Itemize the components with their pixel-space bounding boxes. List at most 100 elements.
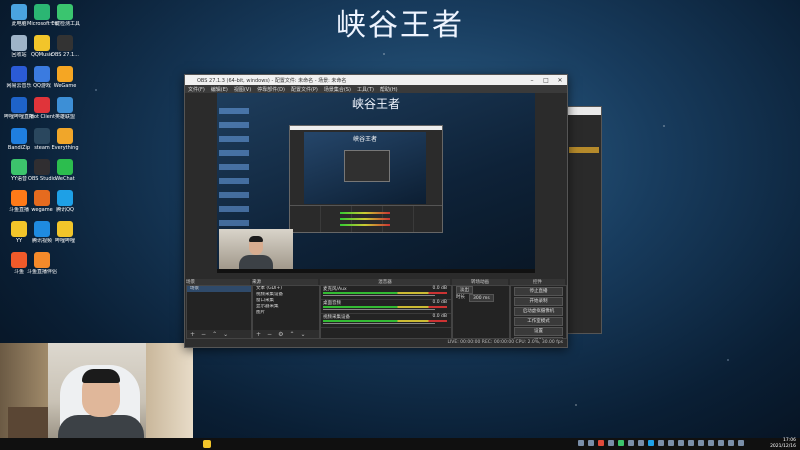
tray-icon[interactable] (618, 440, 624, 446)
tray-icon[interactable] (688, 440, 694, 446)
webcam-overlay (0, 343, 193, 450)
source-item[interactable]: 图片 (253, 310, 319, 316)
minimize-icon[interactable]: – (525, 77, 539, 84)
taskbar-clock[interactable]: 17:06 2021/12/16 (756, 438, 796, 450)
tray-icon[interactable] (638, 440, 644, 446)
gear-icon[interactable]: ⚙ (278, 331, 283, 338)
transition-select[interactable]: 淡出 (456, 286, 473, 294)
settings-button[interactable]: 设置 (514, 327, 563, 336)
menu-item[interactable]: 停靠部件(D) (257, 86, 285, 93)
desktop-icon-label: WeGame (53, 83, 77, 89)
desktop-icon-label: 斗鱼直播伴侣 (27, 269, 57, 275)
tray-icon[interactable] (718, 440, 724, 446)
desktop-icon[interactable]: WeChat (50, 157, 80, 182)
app-icon (57, 4, 73, 20)
close-icon[interactable]: ✕ (553, 77, 567, 84)
transition-duration-row: 时长 300 ms (453, 294, 509, 302)
volume-meter (323, 306, 447, 308)
tray-icon[interactable] (648, 440, 654, 446)
volume-slider[interactable] (323, 309, 435, 310)
volume-slider[interactable] (323, 323, 435, 324)
menu-item[interactable]: 帮助(H) (380, 86, 398, 93)
desktop-icon-label: 哔哩哔哩 (54, 238, 75, 244)
tray-icon[interactable] (598, 440, 604, 446)
chevron-down-icon[interactable]: ⌄ (223, 331, 228, 338)
app-icon (57, 97, 73, 113)
volume-meter (323, 292, 447, 294)
background-window[interactable] (566, 106, 602, 334)
desktop-icon[interactable]: OBS 27.1... (50, 33, 80, 58)
studio-mode-button[interactable]: 工作室模式 (514, 317, 563, 326)
tray-icon[interactable] (608, 440, 614, 446)
desktop-icon[interactable]: 腾讯QQ (50, 188, 80, 213)
menu-item[interactable]: 视图(V) (234, 86, 251, 93)
app-icon (11, 252, 27, 268)
tray-icon[interactable] (678, 440, 684, 446)
tray-icon[interactable] (628, 440, 634, 446)
app-icon (11, 66, 27, 82)
desktop-icon[interactable]: WeGame (50, 64, 80, 89)
duration-input[interactable]: 300 ms (469, 294, 494, 302)
scenes-footer: + − ⌃ ⌄ (187, 330, 251, 338)
nested-title: 峡谷王者 (352, 136, 377, 143)
desktop-icon[interactable]: 斗鱼直播伴侣 (27, 250, 57, 275)
app-icon (57, 66, 73, 82)
app-icon (57, 35, 73, 51)
tray-icon[interactable] (698, 440, 704, 446)
tray-icon[interactable] (668, 440, 674, 446)
maximize-icon[interactable]: □ (539, 77, 553, 84)
tray-icon[interactable] (588, 440, 594, 446)
duration-label: 时长 (456, 295, 465, 300)
desktop-icon[interactable]: 哔哩哔哩 (50, 219, 80, 244)
add-icon[interactable]: + (190, 331, 195, 338)
app-icon (34, 97, 50, 113)
scenes-dock: 场景 + − ⌃ ⌄ (186, 285, 252, 339)
start-recording-button[interactable]: 开始录制 (514, 297, 563, 306)
menu-item[interactable]: 配置文件(P) (291, 86, 318, 93)
background-window-titlebar[interactable] (567, 107, 601, 115)
app-icon (57, 128, 73, 144)
tray-icon[interactable] (738, 440, 744, 446)
desktop-icon-label: Everything (51, 145, 79, 151)
menu-item[interactable]: 文件(F) (188, 86, 205, 93)
virtual-camera-button[interactable]: 启动虚拟摄像机 (514, 307, 563, 316)
app-icon (11, 128, 27, 144)
stop-streaming-button[interactable]: 停止直播 (514, 287, 563, 296)
nested-meter (340, 224, 390, 226)
mixer-row: 麦克风/Aux 0.0 dB (321, 286, 451, 300)
app-icon (11, 97, 27, 113)
chevron-up-icon[interactable]: ⌃ (289, 331, 294, 338)
menu-item[interactable]: 场景集合(S) (324, 86, 351, 93)
scene-item[interactable]: 场景 (187, 286, 251, 292)
desktop-icon[interactable]: Everything (50, 126, 80, 151)
chevron-down-icon[interactable]: ⌄ (300, 331, 305, 338)
desktop-icon-label: WeChat (55, 176, 75, 182)
nested-meter (340, 218, 390, 220)
controls-dock: 停止直播 开始录制 启动虚拟摄像机 工作室模式 设置 退出 (510, 285, 567, 346)
obs-preview[interactable]: 峡谷王者 峡谷王者 (217, 93, 535, 273)
desktop-icon[interactable]: 英雄联盟 (50, 95, 80, 120)
mixer-row: 视频采集设备 0.0 dB (321, 314, 451, 328)
desktop-icon-label: 一键检测工具 (50, 21, 80, 27)
menu-item[interactable]: 编辑(E) (211, 86, 228, 93)
obs-titlebar[interactable]: OBS 27.1.3 (64-bit, windows) - 配置文件: 未命名… (185, 75, 567, 85)
obs-taskbar-icon[interactable] (203, 440, 211, 448)
preview-webcam (219, 229, 293, 273)
app-icon (34, 190, 50, 206)
app-icon (34, 159, 50, 175)
tray-icon[interactable] (708, 440, 714, 446)
app-icon (11, 35, 27, 51)
volume-slider[interactable] (323, 295, 435, 296)
remove-icon[interactable]: − (201, 331, 206, 338)
tray-icon[interactable] (728, 440, 734, 446)
tray-icon[interactable] (658, 440, 664, 446)
desktop-icon-label: 腾讯QQ (56, 207, 74, 213)
remove-icon[interactable]: − (267, 331, 272, 338)
menu-item[interactable]: 工具(T) (357, 86, 374, 93)
desktop-icon[interactable]: 一键检测工具 (50, 2, 80, 27)
tray-icon[interactable] (578, 440, 584, 446)
add-icon[interactable]: + (256, 331, 261, 338)
mixer-row: 桌面音频 0.0 dB (321, 300, 451, 314)
chevron-up-icon[interactable]: ⌃ (212, 331, 217, 338)
obs-window[interactable]: OBS 27.1.3 (64-bit, windows) - 配置文件: 未命名… (184, 74, 568, 348)
